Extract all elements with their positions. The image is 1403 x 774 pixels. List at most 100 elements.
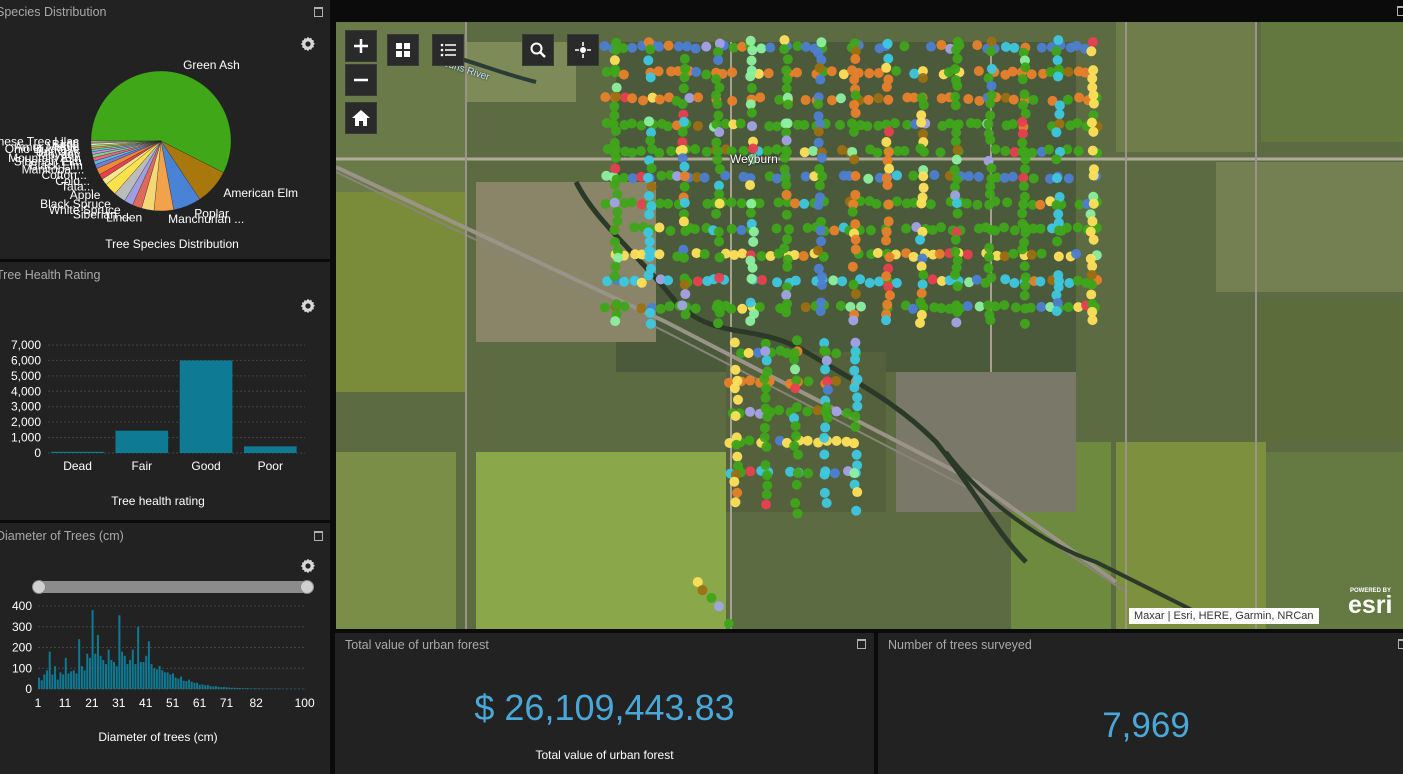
tree-point[interactable] xyxy=(713,110,724,121)
tree-point[interactable] xyxy=(952,208,963,219)
tree-point[interactable] xyxy=(950,246,961,257)
tree-point[interactable] xyxy=(745,99,756,110)
tree-point[interactable] xyxy=(882,38,893,49)
diameter-bar[interactable] xyxy=(169,674,172,689)
diameter-bar[interactable] xyxy=(110,659,113,689)
diameter-bar[interactable] xyxy=(190,681,193,689)
tree-point[interactable] xyxy=(927,274,938,285)
tree-point[interactable] xyxy=(1028,94,1039,105)
tree-point[interactable] xyxy=(781,65,792,76)
diameter-bar[interactable] xyxy=(244,688,247,689)
tree-point[interactable] xyxy=(1087,315,1098,326)
tree-point[interactable] xyxy=(1086,117,1097,128)
tree-point[interactable] xyxy=(812,405,823,416)
tree-point[interactable] xyxy=(849,74,860,85)
tree-point[interactable] xyxy=(1036,248,1047,259)
tree-point[interactable] xyxy=(881,136,892,147)
tree-point[interactable] xyxy=(610,261,621,272)
tree-point[interactable] xyxy=(732,460,743,471)
tree-point[interactable] xyxy=(1063,173,1074,184)
tree-point[interactable] xyxy=(678,216,689,227)
tree-point[interactable] xyxy=(899,145,910,156)
tree-point[interactable] xyxy=(847,118,858,129)
tree-point[interactable] xyxy=(850,411,861,422)
tree-point[interactable] xyxy=(952,144,963,155)
tree-point[interactable] xyxy=(760,383,771,394)
tree-point[interactable] xyxy=(727,95,738,106)
tree-point[interactable] xyxy=(918,270,929,281)
diameter-bar[interactable] xyxy=(121,651,124,689)
tree-point[interactable] xyxy=(962,301,973,312)
tree-point[interactable] xyxy=(1018,181,1029,192)
tree-point[interactable] xyxy=(654,41,665,52)
tree-point[interactable] xyxy=(626,118,637,129)
tree-point[interactable] xyxy=(609,271,620,282)
diameter-bar[interactable] xyxy=(236,687,239,689)
diameter-bar[interactable] xyxy=(201,684,204,689)
home-button[interactable] xyxy=(345,102,377,134)
tree-point[interactable] xyxy=(1018,199,1029,210)
tree-point[interactable] xyxy=(781,83,792,94)
maximize-icon[interactable] xyxy=(1397,6,1403,16)
tree-point[interactable] xyxy=(915,143,926,154)
diameter-bar[interactable] xyxy=(64,657,67,689)
tree-point[interactable] xyxy=(819,345,830,356)
diameter-bar[interactable] xyxy=(193,682,196,689)
tree-point[interactable] xyxy=(799,147,810,158)
tree-point[interactable] xyxy=(835,93,846,104)
tree-point[interactable] xyxy=(726,197,737,208)
diameter-bar[interactable] xyxy=(59,672,62,689)
tree-point[interactable] xyxy=(952,80,963,91)
tree-point[interactable] xyxy=(748,236,759,247)
tree-point[interactable] xyxy=(999,300,1010,311)
diameter-bar[interactable] xyxy=(247,688,250,689)
tree-point[interactable] xyxy=(850,219,861,230)
tree-point[interactable] xyxy=(916,261,927,272)
tree-point[interactable] xyxy=(609,224,620,235)
tree-point[interactable] xyxy=(1053,35,1064,46)
tree-point[interactable] xyxy=(745,297,756,308)
tree-point[interactable] xyxy=(1088,98,1099,109)
tree-point[interactable] xyxy=(1007,119,1018,130)
tree-point[interactable] xyxy=(761,499,772,510)
tree-point[interactable] xyxy=(884,163,895,174)
tree-point[interactable] xyxy=(729,383,740,394)
tree-point[interactable] xyxy=(779,35,790,46)
tree-point[interactable] xyxy=(759,422,770,433)
tree-point[interactable] xyxy=(918,99,929,110)
tree-point[interactable] xyxy=(1088,65,1099,76)
tree-point[interactable] xyxy=(782,261,793,272)
tree-point[interactable] xyxy=(654,249,665,260)
tree-point[interactable] xyxy=(645,318,656,329)
tree-point[interactable] xyxy=(713,226,724,237)
tree-point[interactable] xyxy=(791,430,802,441)
tree-point[interactable] xyxy=(644,251,655,262)
tree-point[interactable] xyxy=(601,66,612,77)
diameter-bar[interactable] xyxy=(43,674,46,689)
tree-point[interactable] xyxy=(847,65,858,76)
tree-point[interactable] xyxy=(1036,301,1047,312)
tree-point[interactable] xyxy=(1054,109,1065,120)
tree-point[interactable] xyxy=(1028,173,1039,184)
tree-point[interactable] xyxy=(779,44,790,55)
tree-point[interactable] xyxy=(1087,145,1098,156)
tree-point[interactable] xyxy=(789,354,800,365)
tree-point[interactable] xyxy=(732,394,743,405)
tree-point[interactable] xyxy=(732,451,743,462)
map-view[interactable]: Weyburn Souris River Maxar | Esri, HERE,… xyxy=(336,22,1403,629)
tree-point[interactable] xyxy=(711,137,722,148)
tree-point[interactable] xyxy=(714,164,725,175)
tree-point[interactable] xyxy=(917,279,928,290)
tree-point[interactable] xyxy=(1053,270,1064,281)
diameter-bar[interactable] xyxy=(83,670,86,689)
tree-point[interactable] xyxy=(1052,236,1063,247)
tree-point[interactable] xyxy=(664,301,675,312)
tree-point[interactable] xyxy=(826,66,837,77)
tree-point[interactable] xyxy=(850,421,861,432)
tree-point[interactable] xyxy=(774,405,785,416)
tree-point[interactable] xyxy=(644,209,655,220)
tree-point[interactable] xyxy=(985,46,996,57)
diameter-bar[interactable] xyxy=(161,670,164,689)
legend-button[interactable] xyxy=(432,34,464,66)
tree-point[interactable] xyxy=(986,224,997,235)
